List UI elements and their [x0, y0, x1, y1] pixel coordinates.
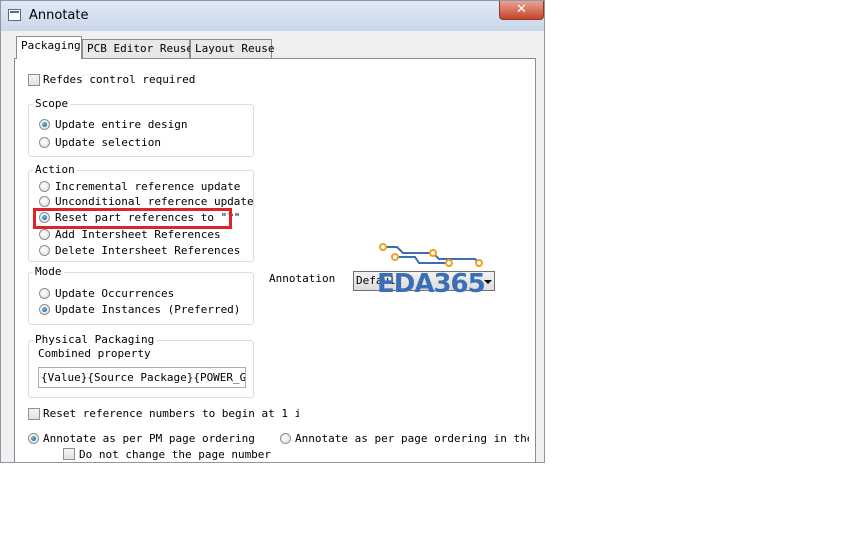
- window-title: Annotate: [29, 8, 89, 23]
- order-page-tree-label: Annotate as per page ordering in the ti: [295, 432, 529, 445]
- tab-packaging[interactable]: Packaging: [16, 36, 82, 59]
- action-add-intersheet-label: Add Intersheet References: [55, 228, 221, 241]
- annotation-label: Annotation: [269, 272, 336, 285]
- action-unconditional-label: Unconditional reference update: [55, 195, 254, 208]
- mode-update-occurrences-radio[interactable]: [39, 288, 50, 299]
- no-change-page-checkbox[interactable]: [63, 448, 75, 460]
- app-window-icon: [8, 9, 21, 21]
- close-button[interactable]: ✕: [499, 1, 544, 20]
- combined-property-label: Combined property: [38, 347, 151, 360]
- no-change-page-label: Do not change the page number: [79, 448, 272, 461]
- physical-packaging-title: Physical Packaging: [33, 333, 157, 346]
- tab-pcb-editor-reuse[interactable]: PCB Editor Reuse: [82, 39, 193, 58]
- mode-update-occurrences-label: Update Occurrences: [55, 287, 175, 300]
- scope-update-entire-label: Update entire design: [55, 118, 188, 131]
- refdes-control-checkbox[interactable]: [28, 74, 40, 86]
- scope-update-selection-label: Update selection: [55, 136, 161, 149]
- combined-property-input[interactable]: {Value}{Source Package}{POWER_GROU: [38, 367, 246, 388]
- annotate-dialog: Annotate ✕ Packaging PCB Editor Reuse La…: [0, 0, 545, 463]
- reset-numbers-checkbox[interactable]: [28, 408, 40, 420]
- order-pm-page-radio[interactable]: [28, 433, 39, 444]
- mode-update-instances-radio[interactable]: [39, 304, 50, 315]
- order-pm-page-label: Annotate as per PM page ordering: [43, 432, 255, 445]
- action-add-intersheet-radio[interactable]: [39, 229, 50, 240]
- scope-group-title: Scope: [33, 97, 71, 110]
- mode-update-instances-label: Update Instances (Preferred): [55, 303, 241, 316]
- mode-group-title: Mode: [33, 265, 64, 278]
- action-incremental-label: Incremental reference update: [55, 180, 241, 193]
- tab-layout-reuse[interactable]: Layout Reuse: [190, 39, 274, 58]
- watermark-logo-text: EDA365: [377, 269, 486, 299]
- chevron-down-icon: [484, 280, 492, 284]
- order-page-tree-radio[interactable]: [280, 433, 291, 444]
- action-delete-intersheet-label: Delete Intersheet References: [55, 244, 241, 257]
- action-unconditional-radio[interactable]: [39, 196, 50, 207]
- reset-numbers-label: Reset reference numbers to begin at 1 in…: [43, 407, 299, 420]
- scope-update-selection-radio[interactable]: [39, 137, 50, 148]
- action-incremental-radio[interactable]: [39, 181, 50, 192]
- watermark-circuit-icon: [379, 243, 483, 267]
- action-delete-intersheet-radio[interactable]: [39, 245, 50, 256]
- highlight-box: [33, 208, 232, 229]
- scope-update-entire-radio[interactable]: [39, 119, 50, 130]
- refdes-control-label: Refdes control required: [43, 73, 196, 86]
- action-group-title: Action: [33, 163, 77, 176]
